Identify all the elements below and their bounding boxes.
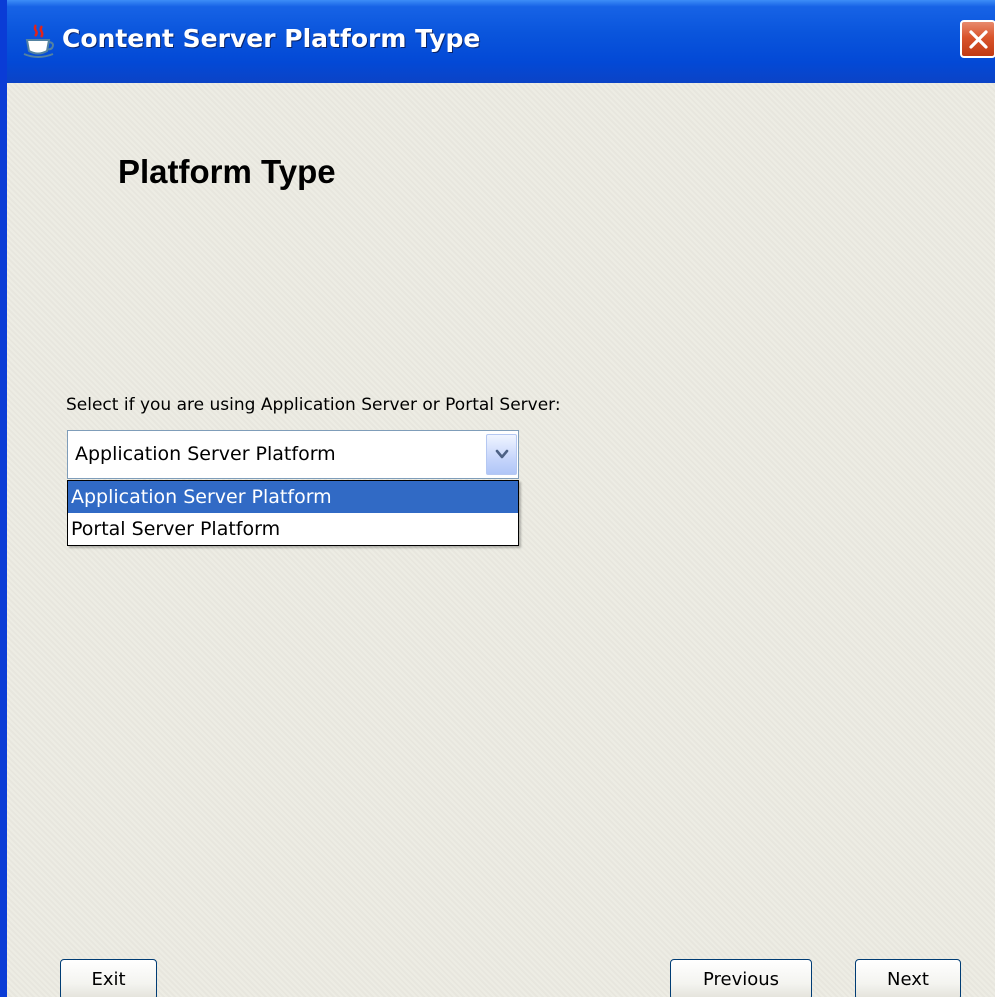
- exit-button[interactable]: Exit: [60, 959, 157, 997]
- dropdown-arrow-button[interactable]: [486, 434, 517, 475]
- page-title: Platform Type: [118, 153, 336, 190]
- close-button[interactable]: [960, 20, 995, 58]
- platform-prompt-label: Select if you are using Application Serv…: [66, 395, 561, 415]
- platform-options-list: Application Server Platform Portal Serve…: [67, 480, 519, 546]
- option-application-server-platform[interactable]: Application Server Platform: [68, 481, 518, 513]
- content-panel: Platform Type Select if you are using Ap…: [7, 83, 995, 997]
- installer-window: Content Server Platform Type Platform Ty…: [0, 0, 995, 997]
- platform-select-value: Application Server Platform: [75, 443, 336, 465]
- next-button[interactable]: Next: [855, 959, 961, 997]
- previous-button[interactable]: Previous: [670, 959, 812, 997]
- title-bar: Content Server Platform Type: [7, 0, 995, 83]
- window-title: Content Server Platform Type: [62, 24, 481, 53]
- close-icon: [969, 30, 988, 49]
- java-cup-icon: [22, 23, 56, 59]
- chevron-down-icon: [495, 449, 509, 459]
- platform-type-select[interactable]: Application Server Platform: [67, 430, 519, 479]
- option-portal-server-platform[interactable]: Portal Server Platform: [68, 513, 518, 545]
